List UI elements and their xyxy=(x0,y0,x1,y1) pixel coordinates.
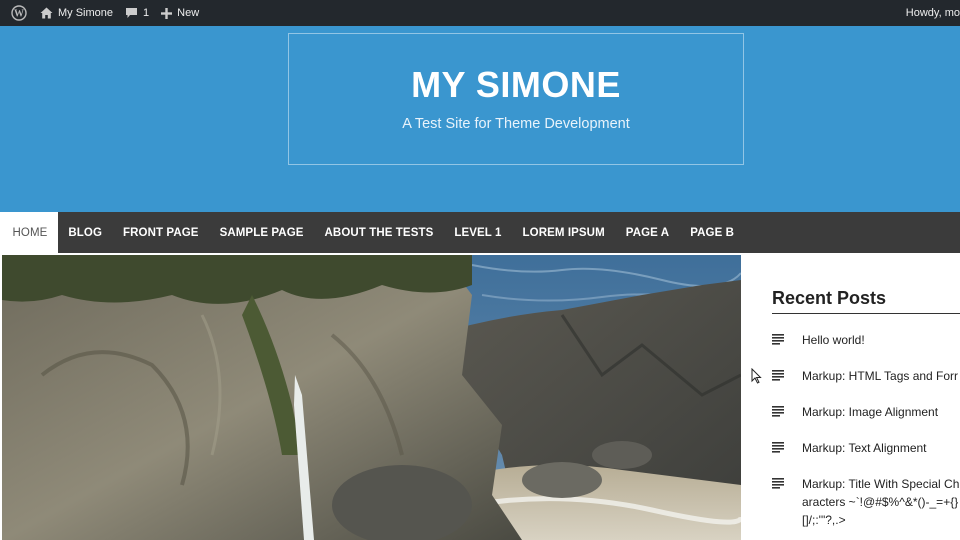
nav-item-front-page[interactable]: FRONT PAGE xyxy=(113,212,210,253)
home-icon xyxy=(40,7,53,19)
nav-item-page-a[interactable]: PAGE A xyxy=(615,212,679,253)
plus-icon xyxy=(161,7,173,19)
post-link[interactable]: Hello world! xyxy=(802,331,865,349)
post-list-icon xyxy=(772,442,784,453)
list-item: Hello world! xyxy=(772,331,960,349)
howdy-label: Howdy, mo xyxy=(905,7,960,19)
wordpress-logo-icon: W xyxy=(11,5,27,21)
mouse-cursor-icon xyxy=(751,368,762,384)
post-link[interactable]: Markup: Title With Special Characters ~`… xyxy=(802,475,960,529)
list-item: Markup: Image Alignment xyxy=(772,403,960,421)
nav-item-home[interactable]: HOME xyxy=(2,212,58,253)
site-name-link[interactable]: My Simone xyxy=(34,0,119,26)
new-content-link[interactable]: New xyxy=(155,0,205,26)
nav-item-lorem-ipsum[interactable]: LOREM IPSUM xyxy=(512,212,615,253)
comments-link[interactable]: 1 xyxy=(119,0,155,26)
site-name-label: My Simone xyxy=(58,7,114,19)
comments-count: 1 xyxy=(143,7,150,19)
post-link[interactable]: Markup: HTML Tags and Forr xyxy=(802,367,958,385)
list-item: Markup: Text Alignment xyxy=(772,439,960,457)
comment-icon xyxy=(126,8,138,18)
site-header: MY SIMONE A Test Site for Theme Developm… xyxy=(0,26,960,212)
primary-navigation: HOME BLOG FRONT PAGE SAMPLE PAGE ABOUT T… xyxy=(2,212,960,253)
nav-item-page-b[interactable]: PAGE B xyxy=(680,212,745,253)
post-list-icon xyxy=(772,478,784,489)
recent-posts-title: Recent Posts xyxy=(772,288,887,308)
svg-text:W: W xyxy=(14,9,24,20)
wordpress-logo-button[interactable]: W xyxy=(0,0,34,26)
new-label: New xyxy=(177,7,200,19)
widget-divider xyxy=(772,313,960,314)
site-branding: MY SIMONE A Test Site for Theme Developm… xyxy=(288,33,744,165)
header-image xyxy=(2,255,741,540)
post-list-icon xyxy=(772,334,784,345)
list-item: Markup: Title With Special Characters ~`… xyxy=(772,475,960,529)
site-tagline: A Test Site for Theme Development xyxy=(402,116,630,132)
post-link[interactable]: Markup: Text Alignment xyxy=(802,439,927,457)
post-link[interactable]: Markup: Image Alignment xyxy=(802,403,938,421)
nav-item-level-1[interactable]: LEVEL 1 xyxy=(444,212,512,253)
nav-item-blog[interactable]: BLOG xyxy=(58,212,113,253)
account-menu[interactable]: Howdy, mo xyxy=(906,0,960,26)
sidebar: Recent Posts Hello world! Markup: HTML T… xyxy=(741,255,960,540)
nav-item-about-the-tests[interactable]: ABOUT THE TESTS xyxy=(314,212,444,253)
post-list-icon xyxy=(772,370,784,381)
admin-bar: W My Simone 1 New Howdy, mo xyxy=(0,0,960,26)
site-title[interactable]: MY SIMONE xyxy=(289,64,743,106)
post-list-icon xyxy=(772,406,784,417)
list-item: Markup: HTML Tags and Forr xyxy=(772,367,960,385)
coastline-photo xyxy=(2,255,741,540)
nav-item-sample-page[interactable]: SAMPLE PAGE xyxy=(209,212,314,253)
recent-posts-list: Hello world! Markup: HTML Tags and Forr … xyxy=(772,331,960,540)
